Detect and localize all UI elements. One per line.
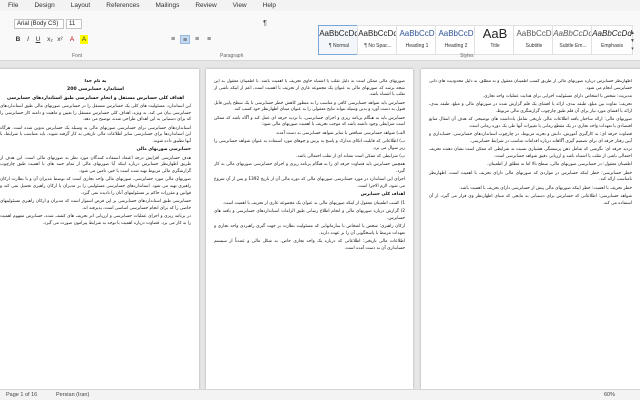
style-heading-2[interactable]: AaBbCcD Heading 2: [435, 25, 477, 55]
page-text: اظهارنظر حسابرس درباره صورتهای مالی از ط…: [429, 79, 632, 381]
doc-paragraph: اطمینان معقول: در حسابرسی صورتهای مالی، …: [487, 162, 632, 168]
tab-file[interactable]: File: [0, 0, 26, 11]
doc-paragraph: شواهد حسابرسی: اطلاعاتی که حسابرس برای د…: [429, 193, 632, 206]
doc-paragraph: حسابرسی صورتهای مالی: [136, 147, 192, 153]
bold-button[interactable]: B: [14, 35, 22, 44]
doc-paragraph: تحریف: تفاوت بین مبلغ، طبقه بندی، ارائه …: [429, 102, 632, 114]
tab-references[interactable]: References: [98, 0, 147, 11]
style-preview: AaBbCcDd: [592, 29, 632, 38]
tab-view[interactable]: View: [225, 0, 255, 11]
align-right-button[interactable]: ≡: [192, 35, 202, 44]
doc-paragraph: 2) گزارش درباره صورتهای مالی و انجام اطل…: [214, 208, 405, 221]
doc-paragraph: استانداردهای حسابرسی برای حسابرسی صورتها…: [0, 125, 191, 144]
ribbon-tab-bar: File Design Layout References Mailings R…: [0, 0, 640, 11]
doc-paragraph: صورتهای مالی مورد حسابرسی، صورتهای مالی …: [0, 177, 191, 196]
doc-paragraph: ارکان راهبری: شخص یا اشخاص یا سازمانهایی…: [214, 223, 405, 236]
style-preview: AaBbCcD: [399, 29, 435, 38]
styles-scroll-arrows[interactable]: ▲ ▼ ▾: [629, 29, 636, 55]
style-name: Heading 1: [405, 43, 429, 49]
doc-paragraph: الف) شواهد حسابرسی متناقض با سایر شواهد …: [275, 130, 405, 136]
paragraph-group-label: Paragraph: [220, 53, 244, 59]
document-page-middle[interactable]: صورتهای مالی ممکن است به دلیل تقلب یا اش…: [206, 69, 413, 389]
style-heading-1[interactable]: AaBbCcD Heading 1: [396, 25, 438, 55]
doc-paragraph: اظهارنظر حسابرس درباره صورتهای مالی از ط…: [429, 79, 632, 91]
language-indicator[interactable]: Persian (Iran): [56, 390, 89, 400]
doc-paragraph: خطر حسابرسی: خطر اینکه حسابرس در مواردی …: [429, 170, 632, 183]
tab-help[interactable]: Help: [255, 0, 284, 11]
more-styles-icon[interactable]: ▾: [629, 45, 636, 53]
doc-heading: استاندارد حسابرسی 200: [67, 87, 124, 93]
style-preview: AaBbCcD: [438, 29, 474, 38]
doc-paragraph: پ) شرایطی که ممکن است نشانه ای از تقلب ا…: [296, 154, 405, 159]
style-preview: AaB: [482, 26, 508, 41]
style-subtle-emphasis[interactable]: AaBbCcDd Subtle Em...: [552, 25, 594, 55]
font-size-dropdown[interactable]: 11: [66, 19, 82, 29]
italic-button[interactable]: I: [24, 35, 32, 44]
ruler-strip: [0, 61, 640, 69]
style-name: ¶ Normal: [328, 43, 350, 49]
subscript-button[interactable]: x₂: [46, 35, 54, 44]
superscript-button[interactable]: x²: [56, 35, 64, 44]
doc-paragraph: مدیریت: شخص یا اشخاص دارای مسئولیت اجرای…: [482, 94, 632, 99]
style-name: Subtle Em...: [559, 43, 587, 49]
chevron-down-icon[interactable]: ▼: [629, 37, 636, 45]
style-preview: AaBbCcDd: [553, 29, 593, 38]
ribbon: Arial (Body CS) 11 B I U x₂ x² A A Font …: [0, 11, 640, 61]
font-name-dropdown[interactable]: Arial (Body CS): [14, 19, 64, 29]
style-name: Subtitle: [525, 43, 543, 49]
align-left-button[interactable]: ≡: [168, 35, 178, 44]
styles-group-label: Styles: [460, 53, 474, 59]
document-page-right[interactable]: اظهارنظر حسابرس درباره صورتهای مالی از ط…: [421, 69, 640, 389]
doc-paragraph: صورتهای مالی ممکن است به دلیل تقلب یا اش…: [214, 79, 405, 98]
doc-heading: اهداف کلی حسابرس مستقل و انجام حسابرسی ط…: [7, 95, 184, 101]
document-page-left[interactable]: به نام خدا استاندارد حسابرسی 200 اهداف ک…: [0, 69, 199, 389]
style-name: Emphasis: [601, 43, 623, 49]
font-group-label: Font: [72, 53, 83, 59]
tab-layout[interactable]: Layout: [63, 0, 99, 11]
tab-design[interactable]: Design: [26, 0, 62, 11]
doc-paragraph: حسابرس باید شواهد حسابرسی کافی و مناسب ر…: [214, 100, 405, 113]
page-text: صورتهای مالی ممکن است به دلیل تقلب یا اش…: [214, 79, 405, 381]
doc-paragraph: حسابرس باید به هنگام برنامه ریزی و اجرای…: [214, 115, 405, 128]
align-center-button[interactable]: ≡: [180, 35, 190, 44]
doc-paragraph: اهداف کلی حسابرس: [360, 192, 405, 198]
zoom-level[interactable]: 60%: [604, 390, 615, 400]
style-preview: AaBbCcDd: [319, 29, 359, 38]
doc-paragraph: 1) کسب اطمینان معقول از اینکه صورتهای ما…: [222, 200, 405, 206]
style-normal[interactable]: AaBbCcDd ¶ Normal: [318, 25, 360, 55]
page-count[interactable]: Page 1 of 16: [6, 390, 37, 400]
highlight-button[interactable]: A: [80, 35, 88, 44]
underline-button[interactable]: U: [34, 35, 42, 44]
style-name: Heading 2: [444, 43, 468, 49]
doc-paragraph: ب) اطلاعاتی که قابلیت اتکای مدارک و پاسخ…: [214, 139, 405, 151]
doc-paragraph: قضاوت حرفه ای: به کارگیری آموزش، دانش و …: [429, 132, 632, 144]
font-color-button[interactable]: A: [68, 35, 76, 44]
style-no-spacing[interactable]: AaBbCcDd ¶ No Spac...: [357, 25, 399, 55]
style-title[interactable]: AaB Title: [474, 25, 516, 55]
doc-paragraph: این استاندارد، مسئولیت های کلی یک حسابرس…: [0, 103, 191, 123]
tab-review[interactable]: Review: [187, 0, 224, 11]
doc-paragraph: اجرای این استاندارد در مورد حسابرسی صورت…: [214, 177, 405, 189]
doc-paragraph: حسابرسی طبق استانداردهای حسابرسی بر این …: [0, 199, 191, 211]
status-bar: Page 1 of 16 Persian (Iran) 60%: [0, 389, 640, 400]
doc-paragraph: خطر تحریف با اهمیت: خطر اینکه صورتهای ما…: [459, 185, 632, 191]
page-text: به نام خدا استاندارد حسابرسی 200 اهداف ک…: [0, 79, 191, 381]
style-preview: AaBbCcD: [516, 29, 552, 38]
justify-button[interactable]: ≡: [204, 35, 214, 44]
style-name: Title: [490, 43, 500, 49]
doc-paragraph: هدف حسابرسی افزایش درجه اعتماد استفاده ک…: [0, 155, 191, 174]
chevron-up-icon[interactable]: ▲: [629, 29, 636, 37]
style-preview: AaBbCcDd: [358, 29, 398, 38]
style-emphasis[interactable]: AaBbCcDd Emphasis: [591, 25, 633, 55]
doc-paragraph: همچنین حسابرس باید قضاوت حرفه ای را به ه…: [214, 162, 405, 174]
tab-mailings[interactable]: Mailings: [148, 0, 188, 11]
doc-heading: به نام خدا: [84, 79, 107, 84]
style-name: ¶ No Spac...: [364, 43, 392, 49]
doc-paragraph: اطلاعات مالی تاریخی: اطلاعاتی که درباره …: [214, 238, 405, 251]
doc-paragraph: صورتهای مالی: ارائه ساختار یافته اطلاعات…: [429, 117, 632, 129]
doc-paragraph: در برنامه ریزی و اجرای عملیات حسابرسی و …: [0, 214, 191, 226]
show-formatting-icon[interactable]: ¶: [260, 19, 270, 28]
style-subtitle[interactable]: AaBbCcD Subtitle: [513, 25, 555, 55]
doc-paragraph: تردید حرفه ای: نگرشی که شامل ذهن پرسشگر،…: [429, 147, 632, 159]
